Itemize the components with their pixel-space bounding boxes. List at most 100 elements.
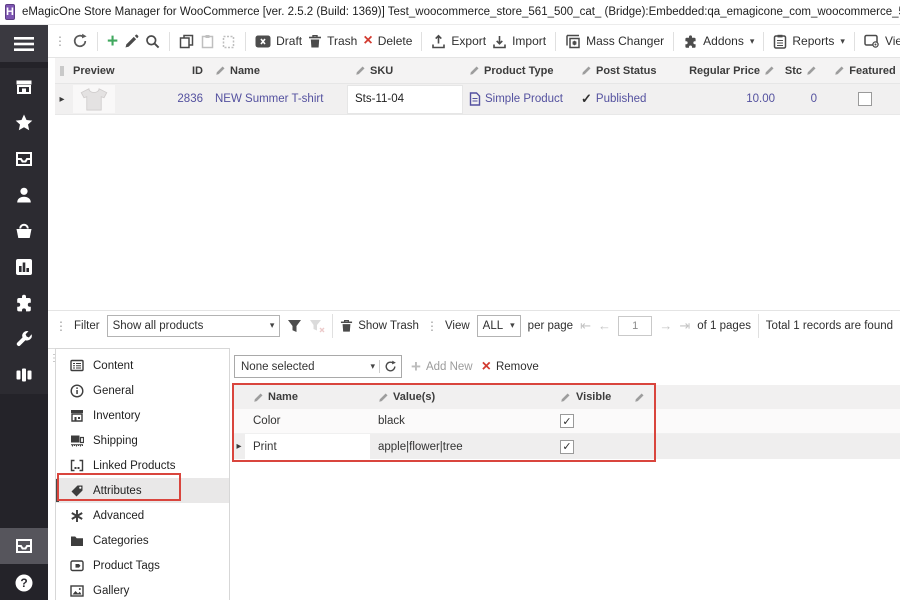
favorites-star-icon[interactable] — [0, 105, 48, 141]
toolbar-separator — [763, 32, 764, 51]
featured-checkbox[interactable] — [858, 92, 872, 106]
menu-icon[interactable] — [0, 25, 48, 62]
regular-price-header-label: Regular Price — [689, 65, 760, 77]
plugins-puzzle-icon[interactable] — [0, 285, 48, 321]
refresh-button[interactable] — [72, 33, 88, 49]
tab-attributes[interactable]: Attributes — [56, 478, 229, 503]
tab-general[interactable]: General — [56, 378, 229, 403]
column-header-post-status[interactable]: Post Status — [577, 65, 685, 77]
next-page-button[interactable]: → — [659, 318, 672, 333]
first-page-button[interactable]: ⇤ — [580, 318, 591, 334]
column-header-product-type[interactable]: Product Type — [465, 65, 577, 77]
refresh-attributes-button[interactable] — [379, 360, 401, 373]
product-tags-icon — [69, 559, 84, 572]
store-icon[interactable] — [0, 69, 48, 105]
tab-product-tags[interactable]: Product Tags — [56, 553, 229, 578]
toolbar-grip-icon[interactable]: ⋮ — [54, 34, 66, 48]
column-header-regular-price[interactable]: Regular Price — [685, 65, 783, 77]
column-header-attr-visible[interactable]: Visible — [560, 391, 618, 403]
visible-checkbox[interactable]: ✓ — [560, 414, 574, 428]
mass-changer-button[interactable]: Mass Changer — [565, 34, 664, 49]
tshirt-image — [77, 86, 111, 112]
clear-filter-button[interactable] — [309, 319, 325, 333]
search-icon[interactable] — [145, 34, 160, 49]
attr-name-cell[interactable]: Print — [245, 434, 370, 459]
tab-shipping[interactable]: Shipping — [56, 428, 229, 453]
column-header-edit[interactable] — [618, 392, 660, 403]
attr-name-cell[interactable]: Color — [245, 409, 370, 433]
chevron-down-icon: ▾ — [840, 36, 845, 47]
draft-button[interactable]: Draft — [255, 34, 302, 48]
title-bar: H eMagicOne Store Manager for WooCommerc… — [0, 0, 900, 25]
delete-button[interactable]: × Delete — [363, 33, 412, 49]
attribute-row-print[interactable]: ▸ Print apple|flower|tree ✓ — [233, 434, 900, 459]
paste-button[interactable] — [200, 34, 215, 49]
remove-button[interactable]: × Remove — [482, 359, 539, 375]
basket-icon[interactable] — [0, 213, 48, 249]
attr-values-cell[interactable]: black — [370, 415, 560, 427]
add-button[interactable]: + — [107, 32, 118, 51]
add-new-button[interactable]: + Add New — [411, 358, 473, 375]
filter-bar: ⋮ Filter Show all products ▾ Show Trash … — [48, 310, 900, 340]
paste-special-button[interactable] — [221, 34, 236, 49]
view-button[interactable]: View ▾ — [864, 34, 900, 48]
view-count-dropdown[interactable]: ALL ▾ — [477, 315, 521, 337]
attribute-row-color[interactable]: Color black ✓ — [233, 409, 900, 434]
tab-content[interactable]: Content — [56, 353, 229, 378]
regular-price-cell: 10.00 — [685, 93, 783, 105]
show-trash-button[interactable]: Show Trash — [340, 319, 419, 333]
edit-button[interactable] — [124, 34, 139, 49]
sidebar: ? — [0, 25, 48, 600]
copy-button[interactable] — [179, 34, 194, 49]
filterbar-grip-icon[interactable]: ⋮ — [426, 319, 438, 333]
attribute-set-dropdown[interactable]: None selected ▾ — [234, 355, 402, 378]
filter-dropdown[interactable]: Show all products ▾ — [107, 315, 281, 337]
check-icon: ✓ — [562, 415, 571, 428]
tab-label: Gallery — [93, 585, 129, 597]
attr-values-cell[interactable]: apple|flower|tree — [370, 441, 560, 453]
column-header-id[interactable]: ID — [149, 65, 207, 77]
reports-button[interactable]: Reports ▾ — [773, 34, 845, 49]
statistics-chart-icon[interactable] — [0, 249, 48, 285]
page-number-input[interactable]: 1 — [618, 316, 652, 336]
product-name-link[interactable]: NEW Summer T-shirt — [207, 93, 347, 105]
check-icon: ✓ — [581, 91, 592, 107]
column-header-attr-name[interactable]: Name — [245, 385, 370, 409]
column-header-attr-values[interactable]: Value(s) — [370, 391, 560, 403]
apply-filter-button[interactable] — [287, 319, 302, 333]
addons-button[interactable]: Addons ▾ — [683, 34, 754, 49]
tab-gallery[interactable]: Gallery — [56, 578, 229, 603]
trash-button[interactable]: Trash — [308, 34, 357, 49]
filterbar-grip-icon[interactable]: ⋮ — [55, 319, 67, 333]
tab-linked-products[interactable]: Linked Products — [56, 453, 229, 478]
tab-inventory[interactable]: Inventory — [56, 403, 229, 428]
visible-checkbox[interactable]: ✓ — [560, 440, 574, 454]
column-header-name[interactable]: Name — [207, 65, 347, 77]
archive-icon[interactable] — [0, 528, 48, 564]
column-header-sku[interactable]: SKU — [347, 65, 465, 77]
import-button[interactable]: Import — [492, 34, 546, 49]
help-icon[interactable]: ? — [0, 568, 48, 598]
pencil-icon — [253, 392, 264, 403]
tools-wrench-icon[interactable] — [0, 321, 48, 357]
sku-cell[interactable]: Sts-11-04 — [347, 85, 463, 114]
table-row[interactable]: ▸ 2836 NEW Summer T-shirt Sts-11-04 Simp… — [55, 84, 900, 115]
customers-icon[interactable] — [0, 177, 48, 213]
toolbar-separator — [555, 32, 556, 51]
column-header-featured[interactable]: Featured — [823, 65, 900, 77]
prev-page-button[interactable]: ← — [598, 318, 611, 333]
mass-changer-label: Mass Changer — [586, 34, 664, 48]
export-button[interactable]: Export — [431, 34, 486, 49]
tab-advanced[interactable]: Advanced — [56, 503, 229, 528]
column-header-preview[interactable]: Preview — [69, 65, 149, 77]
last-page-button[interactable]: ⇥ — [679, 318, 690, 334]
view-per-page-label: View — [445, 320, 470, 332]
pages-count-label: of 1 pages — [697, 320, 751, 332]
product-type-header-label: Product Type — [484, 65, 553, 77]
orders-box-icon[interactable] — [0, 141, 48, 177]
column-header-stock[interactable]: Stc — [783, 65, 823, 77]
layout-columns-icon[interactable] — [0, 357, 48, 393]
tab-categories[interactable]: Categories — [56, 528, 229, 553]
addons-label: Addons — [703, 34, 744, 48]
filterbar-separator — [758, 314, 759, 338]
